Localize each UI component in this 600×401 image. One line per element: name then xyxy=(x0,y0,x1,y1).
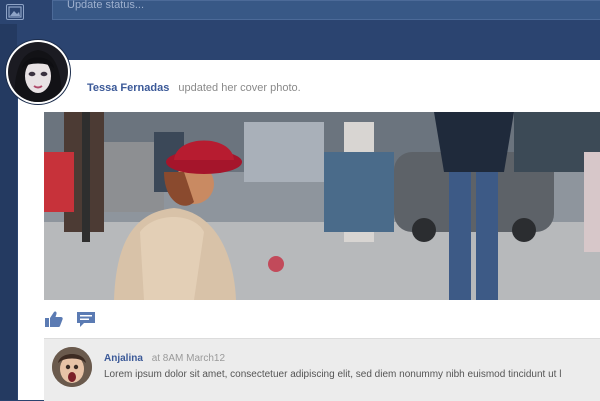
comment-text: Lorem ipsum dolor sit amet, consectetuer… xyxy=(104,369,562,380)
comment-timestamp: at 8AM March12 xyxy=(151,353,226,364)
comment-icon[interactable] xyxy=(76,310,96,328)
cover-photo[interactable] xyxy=(44,112,600,300)
cover-photo-image xyxy=(44,112,600,300)
thumbs-up-icon[interactable] xyxy=(44,310,64,328)
status-input[interactable]: Update status... xyxy=(52,0,600,20)
comment-meta: Anjalina at 8AM March12 xyxy=(104,353,225,364)
post-header: Tessa Fernadas updated her cover photo. xyxy=(87,82,301,94)
commenter-avatar[interactable] xyxy=(52,347,92,387)
commenter-name-link[interactable]: Anjalina xyxy=(104,353,143,364)
post-action-text: updated her cover photo. xyxy=(178,82,301,94)
comment-row: Anjalina at 8AM March12 Lorem ipsum dolo… xyxy=(44,338,600,401)
photo-upload-icon[interactable] xyxy=(6,4,24,20)
author-avatar[interactable] xyxy=(6,40,70,104)
top-bar: Update status... xyxy=(0,0,600,24)
author-name-link[interactable]: Tessa Fernadas xyxy=(87,82,169,94)
